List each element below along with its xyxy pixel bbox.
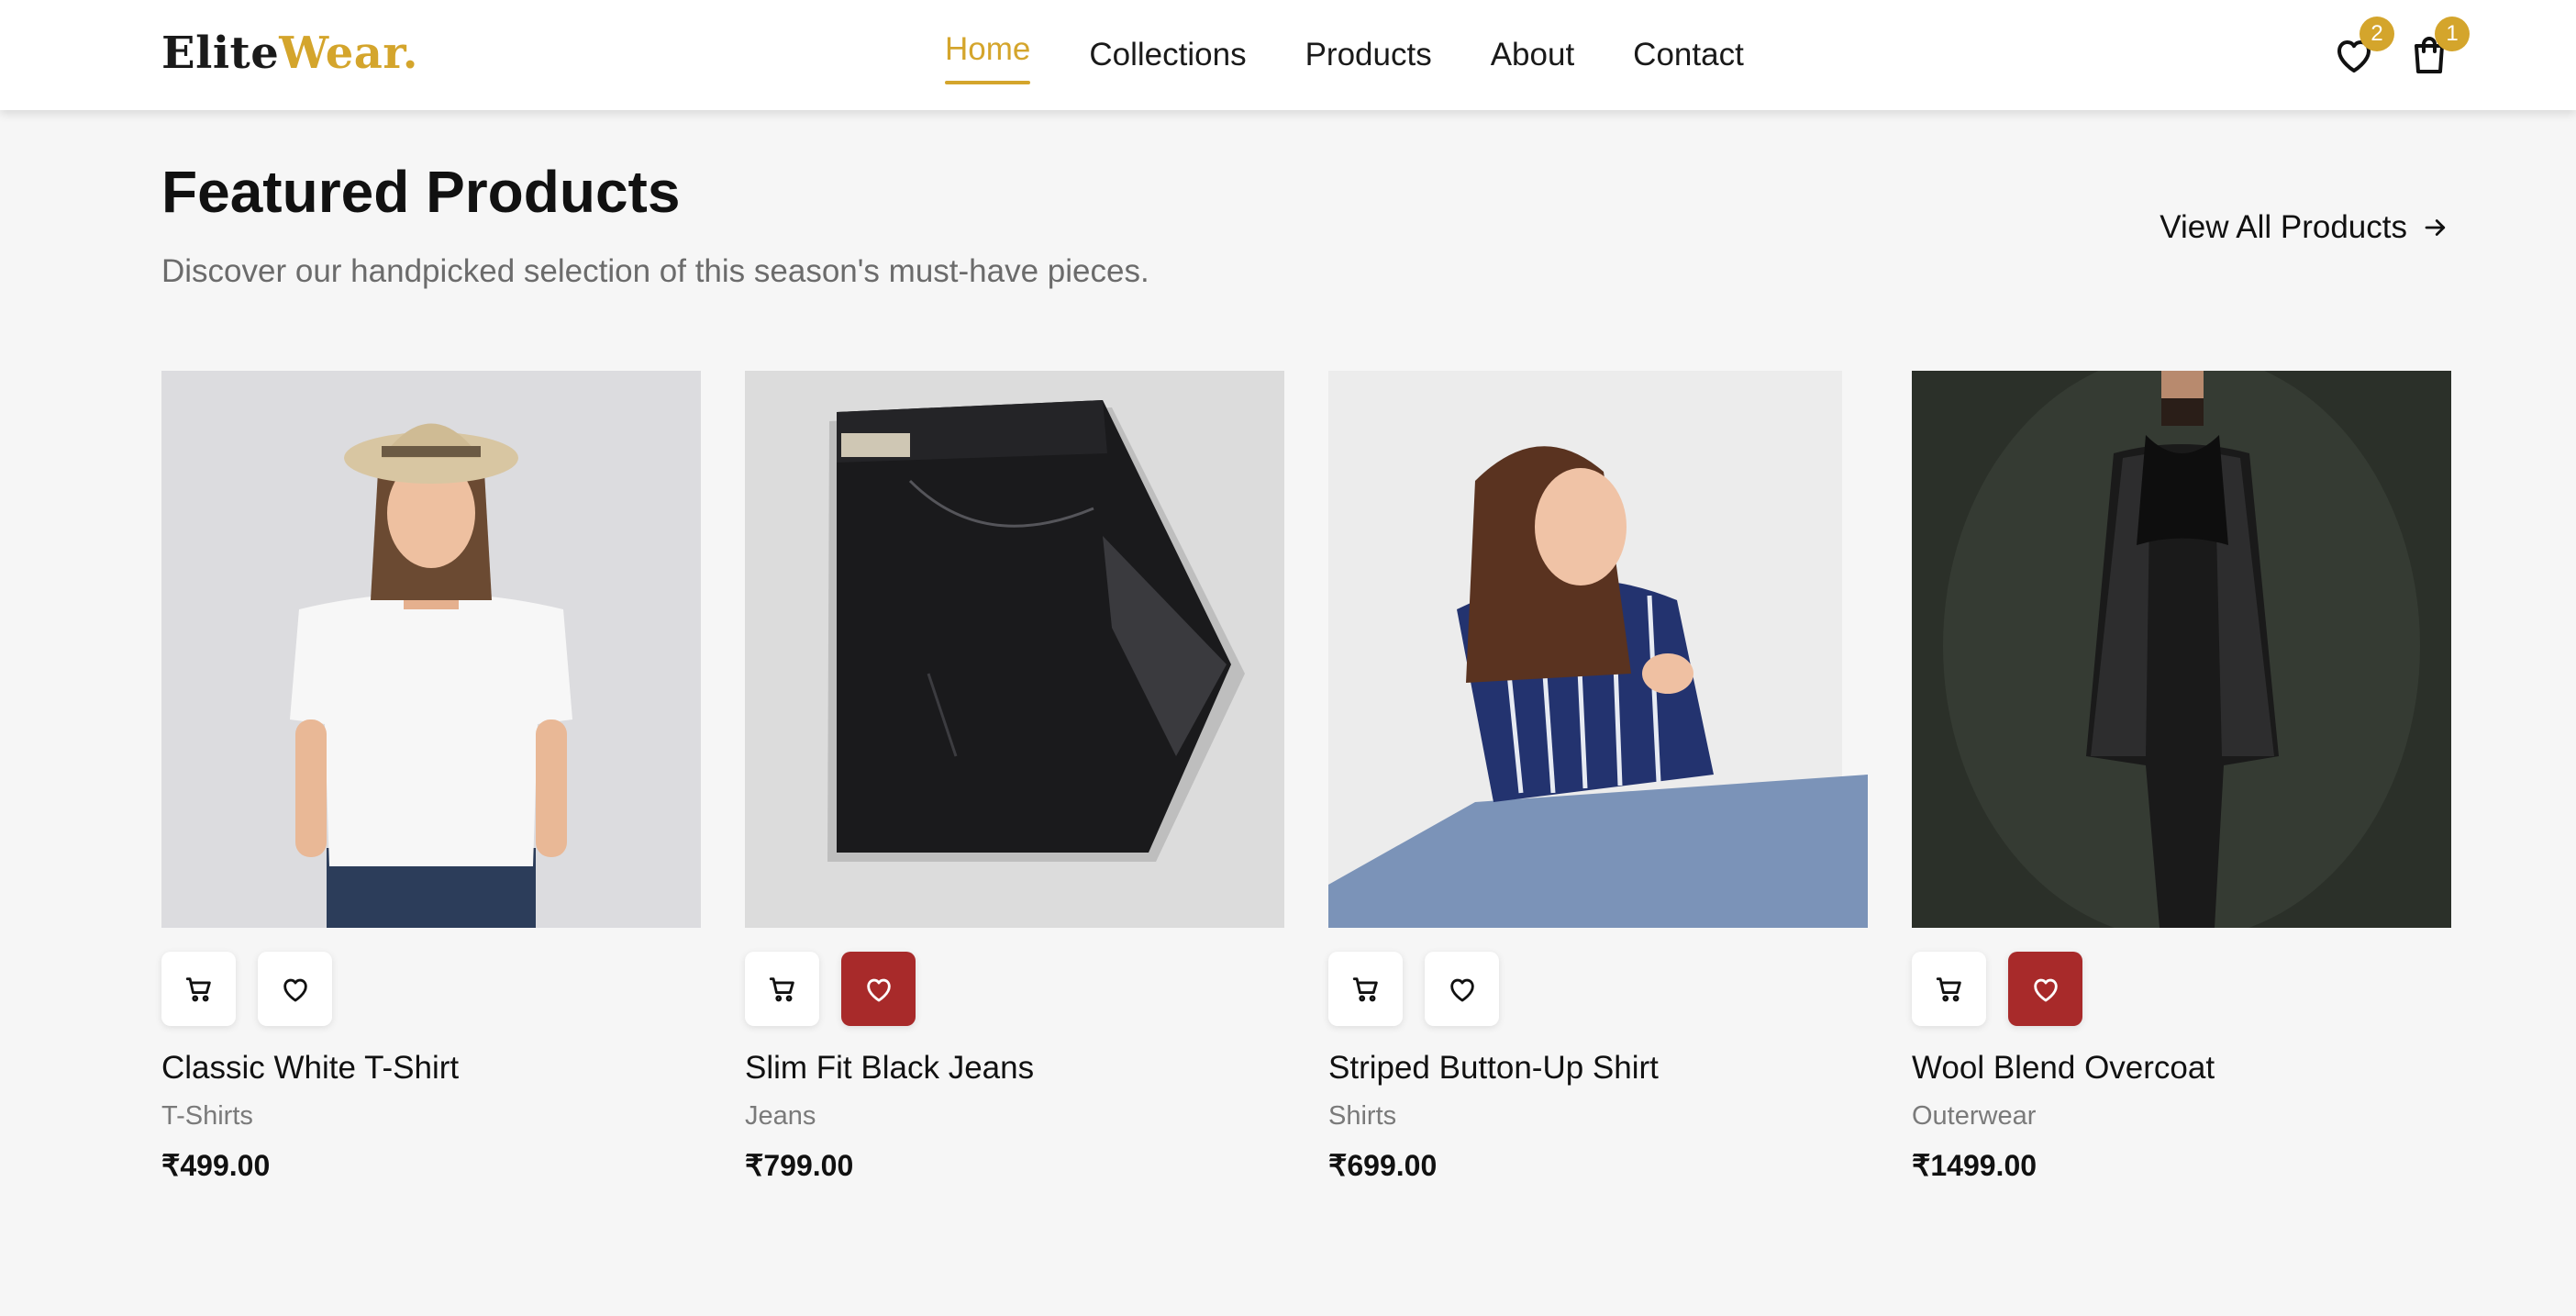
woman-striped-shirt-photo xyxy=(1328,371,1868,928)
logo[interactable]: EliteWear. xyxy=(161,28,418,79)
add-to-wishlist-button[interactable] xyxy=(258,952,332,1026)
nav-collections[interactable]: Collections xyxy=(1089,37,1246,73)
heart-icon xyxy=(866,978,891,1001)
add-to-cart-button[interactable] xyxy=(161,952,236,1026)
cart-icon xyxy=(185,976,211,1001)
cart-icon xyxy=(769,976,794,1001)
cart-button[interactable]: 1 xyxy=(2402,17,2470,83)
product-actions xyxy=(745,952,1284,1026)
nav-home[interactable]: Home xyxy=(945,31,1031,84)
product-price: ₹799.00 xyxy=(745,1149,854,1182)
nav-contact[interactable]: Contact xyxy=(1633,37,1744,73)
product-actions xyxy=(161,952,701,1026)
heart-icon xyxy=(2033,978,2058,1001)
product-category: Jeans xyxy=(745,1101,816,1131)
product-price: ₹1499.00 xyxy=(1912,1149,2037,1182)
cart-icon xyxy=(1352,976,1378,1001)
product-category: Shirts xyxy=(1328,1101,1397,1131)
product-card: Classic White T-Shirt T-Shirts ₹499.00 xyxy=(161,371,701,1183)
add-to-wishlist-button[interactable] xyxy=(1425,952,1499,1026)
cart-icon xyxy=(1936,976,1961,1001)
product-name[interactable]: Slim Fit Black Jeans xyxy=(745,1050,1284,1087)
product-name[interactable]: Classic White T-Shirt xyxy=(161,1050,701,1087)
remove-from-wishlist-button[interactable] xyxy=(841,952,916,1026)
heart-icon xyxy=(1449,978,1474,1001)
product-card: Slim Fit Black Jeans Jeans ₹799.00 xyxy=(745,371,1284,1183)
add-to-cart-button[interactable] xyxy=(745,952,819,1026)
remove-from-wishlist-button[interactable] xyxy=(2008,952,2082,1026)
section-subtitle: Discover our handpicked selection of thi… xyxy=(161,253,1149,289)
main-nav: Home Collections Products About Contact xyxy=(945,0,1803,110)
product-image-tshirt[interactable] xyxy=(161,371,701,928)
product-image-overcoat[interactable] xyxy=(1912,371,2451,928)
logo-text-accent: Wear. xyxy=(279,28,418,79)
product-category: T-Shirts xyxy=(161,1101,253,1131)
heart-icon xyxy=(283,978,307,1001)
product-actions xyxy=(1912,952,2451,1026)
product-card: Striped Button-Up Shirt Shirts ₹699.00 xyxy=(1328,371,1868,1183)
product-image-jeans[interactable] xyxy=(745,371,1284,928)
folded-black-jeans-photo xyxy=(745,371,1284,928)
nav-about[interactable]: About xyxy=(1491,37,1574,73)
section-title: Featured Products xyxy=(161,159,681,225)
site-header: EliteWear. Home Collections Products Abo… xyxy=(0,0,2576,110)
woman-white-tshirt-photo xyxy=(161,371,701,928)
product-image-shirt[interactable] xyxy=(1328,371,1868,928)
wishlist-button[interactable]: 2 xyxy=(2326,17,2394,83)
man-overcoat-photo xyxy=(1912,371,2451,928)
view-all-products-link[interactable]: View All Products xyxy=(2160,209,2449,246)
cart-count-badge: 1 xyxy=(2435,17,2470,51)
product-price: ₹499.00 xyxy=(161,1149,271,1182)
product-name[interactable]: Wool Blend Overcoat xyxy=(1912,1050,2451,1087)
wishlist-count-badge: 2 xyxy=(2359,17,2394,51)
add-to-cart-button[interactable] xyxy=(1328,952,1403,1026)
arrow-right-icon xyxy=(2425,219,2446,236)
product-card: Wool Blend Overcoat Outerwear ₹1499.00 xyxy=(1912,371,2451,1183)
product-actions xyxy=(1328,952,1868,1026)
nav-products[interactable]: Products xyxy=(1305,37,1432,73)
view-all-label: View All Products xyxy=(2160,209,2407,245)
product-category: Outerwear xyxy=(1912,1101,2037,1131)
product-name[interactable]: Striped Button-Up Shirt xyxy=(1328,1050,1868,1087)
product-grid: Classic White T-Shirt T-Shirts ₹499.00 S… xyxy=(161,371,2451,1183)
logo-text-primary: Elite xyxy=(161,28,280,79)
add-to-cart-button[interactable] xyxy=(1912,952,1986,1026)
product-price: ₹699.00 xyxy=(1328,1149,1438,1182)
